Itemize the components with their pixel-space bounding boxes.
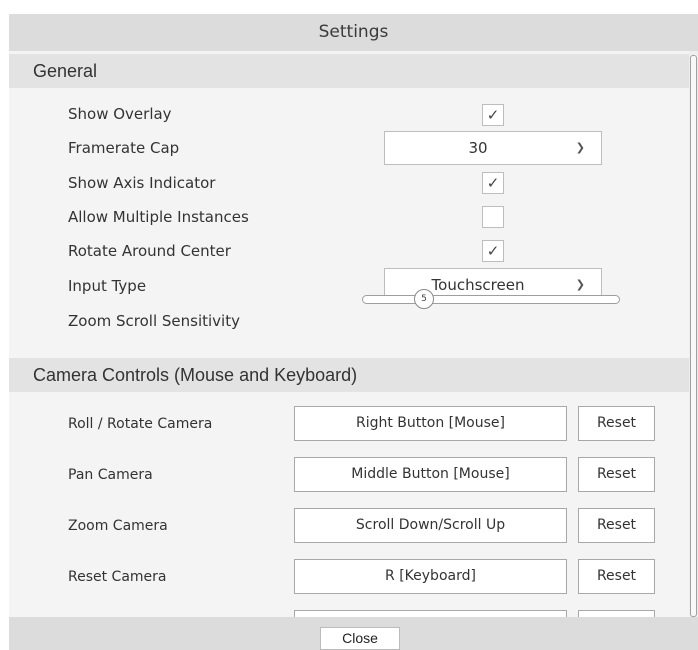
allow-multiple-instances-checkbox[interactable] xyxy=(482,206,504,228)
scrollbar-thumb[interactable] xyxy=(690,55,697,617)
section-header-general: General xyxy=(9,54,689,88)
binding-label-zoom: Zoom Camera xyxy=(68,518,168,534)
settings-dialog: Settings General Show Overlay ✓ Framerat… xyxy=(9,14,698,650)
close-button[interactable]: Close xyxy=(320,627,400,650)
framerate-cap-label: Framerate Cap xyxy=(68,139,180,157)
check-icon: ✓ xyxy=(486,241,500,260)
zoom-scroll-sensitivity-label: Zoom Scroll Sensitivity xyxy=(68,312,240,330)
framerate-cap-value: 30 xyxy=(468,139,488,157)
zoom-scroll-sensitivity-slider[interactable] xyxy=(362,295,620,304)
section-header-camera-controls: Camera Controls (Mouse and Keyboard) xyxy=(9,358,689,392)
show-axis-indicator-label: Show Axis Indicator xyxy=(68,174,216,192)
binding-button-reset-camera[interactable]: R [Keyboard] xyxy=(294,559,567,594)
dialog-title: Settings xyxy=(9,14,698,51)
binding-label-roll-rotate: Roll / Rotate Camera xyxy=(68,416,213,432)
check-icon: ✓ xyxy=(486,105,500,124)
reset-button[interactable]: Reset xyxy=(578,508,655,543)
binding-label-reset-camera: Reset Camera xyxy=(68,569,167,585)
rotate-around-center-checkbox[interactable]: ✓ xyxy=(482,240,504,262)
rotate-around-center-label: Rotate Around Center xyxy=(68,242,231,260)
binding-label-pan: Pan Camera xyxy=(68,467,153,483)
chevron-down-icon: ❯ xyxy=(575,141,585,154)
reset-button[interactable]: Reset xyxy=(578,559,655,594)
framerate-cap-dropdown[interactable]: 30 ❯ xyxy=(384,131,602,165)
slider-thumb[interactable]: 5 xyxy=(414,289,434,309)
binding-button-zoom[interactable]: Scroll Down/Scroll Up xyxy=(294,508,567,543)
allow-multiple-instances-label: Allow Multiple Instances xyxy=(68,208,249,226)
check-icon: ✓ xyxy=(486,173,500,192)
show-overlay-label: Show Overlay xyxy=(68,105,172,123)
show-overlay-checkbox[interactable]: ✓ xyxy=(482,104,504,126)
binding-button-roll-rotate[interactable]: Right Button [Mouse] xyxy=(294,406,567,441)
show-axis-indicator-checkbox[interactable]: ✓ xyxy=(482,172,504,194)
input-type-label: Input Type xyxy=(68,277,147,295)
settings-content: General Show Overlay ✓ Framerate Cap 30 … xyxy=(9,51,689,631)
binding-button-pan[interactable]: Middle Button [Mouse] xyxy=(294,457,567,492)
reset-button[interactable]: Reset xyxy=(578,457,655,492)
dialog-footer: Close xyxy=(9,617,698,650)
reset-button[interactable]: Reset xyxy=(578,406,655,441)
